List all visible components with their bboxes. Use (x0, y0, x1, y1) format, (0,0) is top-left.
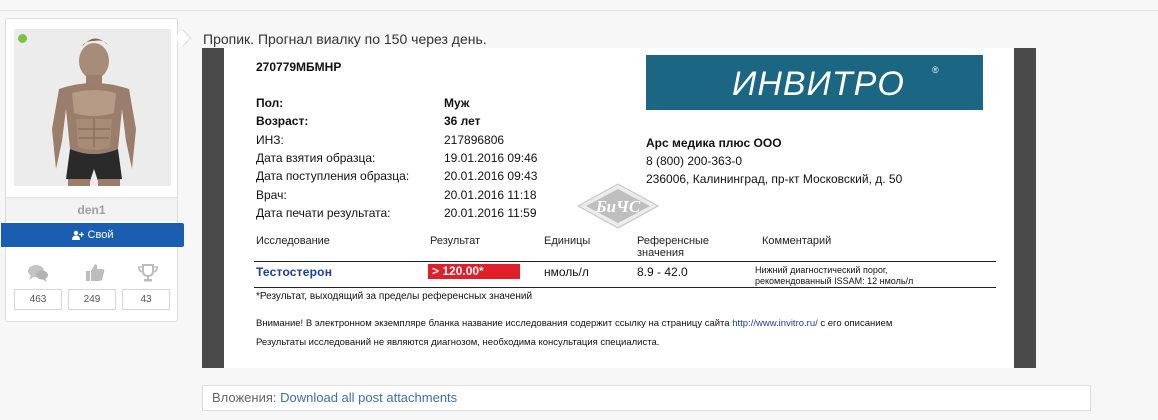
invitro-logo: ИНВИТРО ® (646, 55, 983, 110)
stat-likes[interactable]: 249 (68, 289, 116, 310)
attachments-label: Вложения: (212, 390, 281, 405)
test-name-link[interactable]: Тестостерон (256, 265, 332, 279)
notice1-after: с его описанием (817, 318, 893, 329)
user-card: den1 Свой 463 249 43 (1, 18, 184, 322)
test-comment-line1: Нижний диагностический порог, (755, 265, 888, 275)
post-text: Пропик. Прогнал виалку по 150 через день… (203, 31, 487, 47)
lab-report: 270779МБМНР ИНВИТРО ® Пол: Муж Возраст: … (224, 48, 1014, 368)
stat-trophies[interactable]: 43 (122, 289, 170, 310)
patient-value-sex: Муж (444, 96, 470, 110)
patient-value-doctor: 20.01.2016 11:18 (444, 188, 537, 202)
patient-value-received-date: 20.01.2016 09:43 (444, 169, 538, 183)
header-units: Единицы (544, 235, 591, 247)
stats-values: 463 249 43 (14, 289, 171, 311)
patient-label-inz: ИНЗ: (256, 133, 284, 147)
download-attachments-link[interactable]: Download all post attachments (280, 390, 457, 405)
header-reference: Референсные значения (637, 235, 709, 259)
role-badge: Свой (1, 223, 184, 247)
patient-label-sex: Пол: (256, 96, 284, 110)
test-reference: 8.9 - 42.0 (637, 265, 688, 279)
avatar[interactable] (14, 29, 171, 186)
patient-label-age: Возраст: (256, 114, 309, 128)
attached-image-frame[interactable]: 270779МБМНР ИНВИТРО ® Пол: Муж Возраст: … (202, 48, 1036, 368)
header-reference-line2: значения (637, 247, 685, 259)
avatar-image (14, 29, 171, 186)
patient-label-print-date: Дата печати результата: (256, 206, 391, 220)
test-units: нмоль/л (544, 265, 589, 279)
report-id: 270779МБМНР (256, 60, 342, 74)
username[interactable]: den1 (77, 203, 105, 217)
stat-messages[interactable]: 463 (14, 289, 62, 310)
watermark-logo: БиЧС (576, 183, 660, 229)
table-rule-top (254, 261, 996, 262)
footnote: *Результат, выходящий за пределы референ… (256, 291, 533, 302)
header-comment: Комментарий (762, 235, 832, 247)
patient-value-print-date: 20.01.2016 11:59 (444, 206, 537, 220)
header-reference-line1: Референсные (637, 235, 710, 247)
patient-label-doctor: Врач: (256, 188, 287, 202)
patient-label-sample-date: Дата взятия образца: (256, 151, 376, 165)
patient-value-inz: 217896806 (444, 133, 505, 147)
invitro-site-link[interactable]: http://www.invitro.ru/ (732, 318, 818, 329)
top-divider (0, 10, 1158, 11)
patient-label-received-date: Дата поступления образца: (256, 169, 410, 183)
comments-icon (28, 265, 48, 282)
add-user-icon (71, 230, 84, 240)
stats-icons (14, 263, 171, 283)
lab-name: Арс медика плюс ООО (646, 136, 782, 150)
watermark-text: БиЧС (595, 197, 641, 216)
patient-value-age: 36 лет (444, 114, 481, 128)
header-test: Исследование (256, 235, 330, 247)
notice-electronic-copy: Внимание! В электронном экземпляре бланк… (256, 318, 892, 329)
test-comment-line2: рекомендованный ISSAM: 12 нмоль/л (755, 276, 914, 286)
table-rule-bottom (254, 287, 996, 288)
notice-not-diagnosis: Результаты исследований не являются диаг… (256, 337, 660, 348)
logo-text: ИНВИТРО (732, 65, 905, 103)
username-box: den1 (6, 197, 177, 221)
registered-mark: ® (932, 65, 939, 75)
role-label: Свой (87, 229, 114, 241)
test-comment: Нижний диагностический порог, рекомендов… (755, 265, 1005, 287)
notice1-before: Внимание! В электронном экземпляре бланк… (256, 318, 733, 329)
test-result-flag: > 120.00* (428, 264, 520, 279)
header-result: Результат (430, 235, 481, 247)
thumbs-up-icon (86, 264, 105, 281)
lab-address: 236006, Калининград, пр-кт Московский, д… (646, 172, 903, 186)
trophy-icon (138, 264, 158, 282)
online-status-indicator (18, 34, 27, 43)
patient-value-sample-date: 19.01.2016 09:46 (444, 151, 538, 165)
lab-phone: 8 (800) 200-363-0 (646, 154, 743, 168)
attachments-bar: Вложения: Download all post attachments (202, 385, 1091, 411)
